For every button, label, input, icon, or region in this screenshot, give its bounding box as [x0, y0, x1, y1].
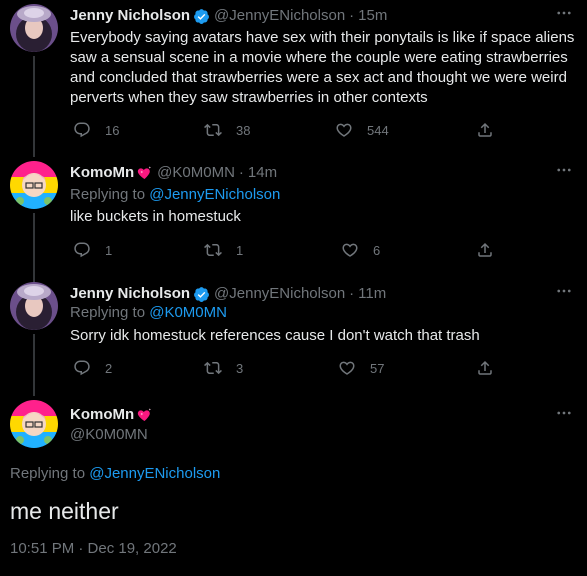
like-count: 544 [367, 122, 389, 138]
more-options-icon[interactable] [553, 402, 575, 424]
share-icon [478, 242, 492, 257]
sparkling-heart-icon [138, 408, 152, 421]
avatar-jenny[interactable] [10, 4, 58, 52]
reply-icon [74, 242, 90, 258]
reply-count: 16 [105, 122, 120, 138]
retweet-icon [204, 361, 222, 375]
author-handle[interactable]: @JennyENicholson [214, 6, 345, 26]
reply-button[interactable]: 1 [73, 240, 112, 260]
retweet-icon [204, 123, 222, 137]
tweet-time[interactable]: 15m [358, 6, 387, 26]
tweet-text-line: perverts when they saw strawberries in o… [70, 89, 428, 106]
heart-icon [336, 123, 352, 137]
like-button[interactable]: 57 [338, 358, 384, 378]
verified-badge-icon [194, 8, 209, 24]
tweet-header: KomoMn @K0M0MN · 14m [70, 163, 277, 183]
retweet-count: 38 [236, 122, 251, 138]
tweet-text: like buckets in homestuck [70, 208, 241, 225]
author-handle[interactable]: @K0M0MN [70, 425, 148, 445]
tweet-header: Jenny Nicholson @JennyENicholson · 15m [70, 6, 387, 26]
tweet-1[interactable]: Jenny Nicholson @JennyENicholson · 15m E… [0, 0, 587, 156]
tweet-time[interactable]: 14m [248, 163, 277, 183]
handle-line: @K0M0MN [70, 425, 148, 445]
more-options-icon[interactable] [553, 280, 575, 302]
thread-line [33, 213, 35, 285]
thread-line [33, 334, 35, 396]
tweet-3[interactable]: Jenny Nicholson @JennyENicholson · 11m R… [0, 278, 587, 396]
author-name[interactable]: Jenny Nicholson [70, 284, 190, 304]
like-count: 6 [373, 242, 381, 258]
reply-icon [74, 122, 90, 138]
tweet-header: KomoMn [70, 405, 157, 425]
retweet-icon [204, 243, 222, 257]
tweet-text-line: and concluded that strawberries were a s… [70, 69, 567, 86]
verified-badge-icon [194, 286, 209, 302]
replying-to-line: Replying to @JennyENicholson [70, 185, 576, 205]
retweet-button[interactable]: 38 [204, 120, 250, 140]
share-icon [478, 360, 492, 375]
heart-icon [339, 361, 355, 375]
share-button[interactable] [476, 358, 494, 378]
main-tweet-text: me neither [10, 498, 119, 524]
replying-to-line: Replying to @JennyENicholson [10, 465, 220, 482]
more-options-icon[interactable] [553, 159, 575, 181]
tweet-actions: 16 38 544 [70, 120, 500, 140]
author-name[interactable]: KomoMn [70, 405, 134, 425]
thread-line [33, 149, 35, 157]
like-button[interactable]: 6 [341, 240, 380, 260]
mention-link[interactable]: @JennyENicholson [89, 465, 220, 482]
sparkling-heart-icon [138, 166, 152, 179]
mention-link[interactable]: @K0M0MN [149, 304, 227, 321]
reply-button[interactable]: 2 [73, 358, 112, 378]
tweet-header: Jenny Nicholson @JennyENicholson · 11m [70, 284, 386, 304]
tweet-text: Everybody saying avatars have sex with t… [70, 28, 576, 108]
tweet-text-line: Everybody saying avatars have sex with t… [70, 29, 575, 46]
reply-count: 2 [105, 360, 113, 376]
avatar-komomn[interactable] [10, 400, 58, 448]
tweet-timestamp[interactable]: 10:51 PM · Dec 19, 2022 [10, 540, 177, 557]
separator-dot: · [349, 7, 355, 24]
separator-dot: · [238, 164, 244, 181]
author-handle[interactable]: @JennyENicholson [214, 284, 345, 304]
retweet-button[interactable]: 3 [204, 358, 243, 378]
author-name[interactable]: Jenny Nicholson [70, 6, 190, 26]
tweet-2[interactable]: KomoMn @K0M0MN · 14m Replying to @JennyE… [0, 149, 587, 285]
reply-button[interactable]: 16 [73, 120, 119, 140]
thread-line [33, 56, 35, 156]
replying-to-label: Replying to [70, 304, 146, 321]
retweet-count: 1 [236, 242, 244, 258]
replying-to-label: Replying to [70, 186, 146, 203]
author-handle[interactable]: @K0M0MN [157, 163, 235, 183]
like-count: 57 [370, 360, 385, 376]
tweet-text-line: saw a sensual scene in a movie where the… [70, 49, 568, 66]
more-options-icon[interactable] [553, 2, 575, 24]
avatar-jenny[interactable] [10, 282, 58, 330]
tweet-actions: 2 3 57 [70, 358, 500, 378]
replying-to-line: Replying to @K0M0MN [70, 303, 576, 323]
share-icon [478, 122, 492, 137]
share-button[interactable] [476, 120, 494, 140]
avatar-komomn[interactable] [10, 161, 58, 209]
share-button[interactable] [476, 240, 494, 260]
tweet-time[interactable]: 11m [358, 284, 386, 304]
author-name[interactable]: KomoMn [70, 163, 134, 183]
like-button[interactable]: 544 [335, 120, 389, 140]
replying-to-label: Replying to [10, 465, 86, 482]
heart-icon [342, 243, 358, 257]
reply-icon [74, 360, 90, 376]
retweet-count: 3 [236, 360, 244, 376]
tweet-text: Sorry idk homestuck references cause I d… [70, 327, 480, 344]
mention-link[interactable]: @JennyENicholson [149, 186, 280, 203]
separator-dot: · [349, 285, 355, 302]
reply-count: 1 [105, 242, 113, 258]
retweet-button[interactable]: 1 [204, 240, 243, 260]
tweet-actions: 1 1 6 [70, 240, 500, 260]
